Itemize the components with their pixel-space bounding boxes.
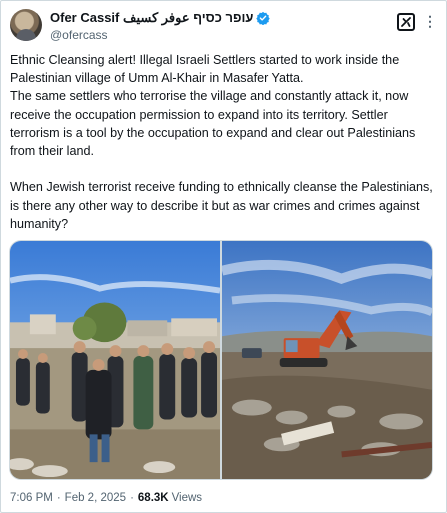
photo-group-of-people[interactable] xyxy=(10,241,220,479)
photo-excavator[interactable] xyxy=(222,241,432,479)
display-name[interactable]: Ofer Cassif עופר כסיף عوفر كسيف xyxy=(50,10,253,26)
post-card: Ofer Cassif עופר כסיף عوفر كسيف @ofercas… xyxy=(0,0,447,513)
photo-excavator-image-icon xyxy=(222,241,432,479)
views-label: Views xyxy=(171,492,203,504)
post-meta: 7:06 PM · Feb 2, 2025 · 68.3K Views xyxy=(10,492,202,504)
photo-people-image-icon xyxy=(10,241,220,479)
media-grid xyxy=(9,240,433,480)
post-time[interactable]: 7:06 PM xyxy=(10,492,53,504)
avatar[interactable] xyxy=(10,9,42,41)
views-count: 68.3K xyxy=(137,492,169,504)
author-handle[interactable]: @ofercass xyxy=(50,28,270,42)
post-header: Ofer Cassif עופר כסיף عوفر كسيف @ofercas… xyxy=(10,9,437,43)
display-name-row: Ofer Cassif עופר כסיף عوفر كسيف xyxy=(50,10,271,26)
post-date[interactable]: Feb 2, 2025 xyxy=(65,492,126,504)
meta-separator-2: · xyxy=(130,492,134,504)
verified-badge-icon xyxy=(256,11,271,25)
grok-x-icon[interactable] xyxy=(397,13,415,31)
author-names: Ofer Cassif עופר כסיף عوفر كسيف @ofercas… xyxy=(50,10,271,42)
post-text: Ethnic Cleansing alert! Illegal Israeli … xyxy=(10,53,433,231)
more-options-icon[interactable]: ⋮ xyxy=(423,11,437,31)
grok-x-glyph-icon xyxy=(401,17,411,27)
meta-separator: · xyxy=(56,492,61,504)
